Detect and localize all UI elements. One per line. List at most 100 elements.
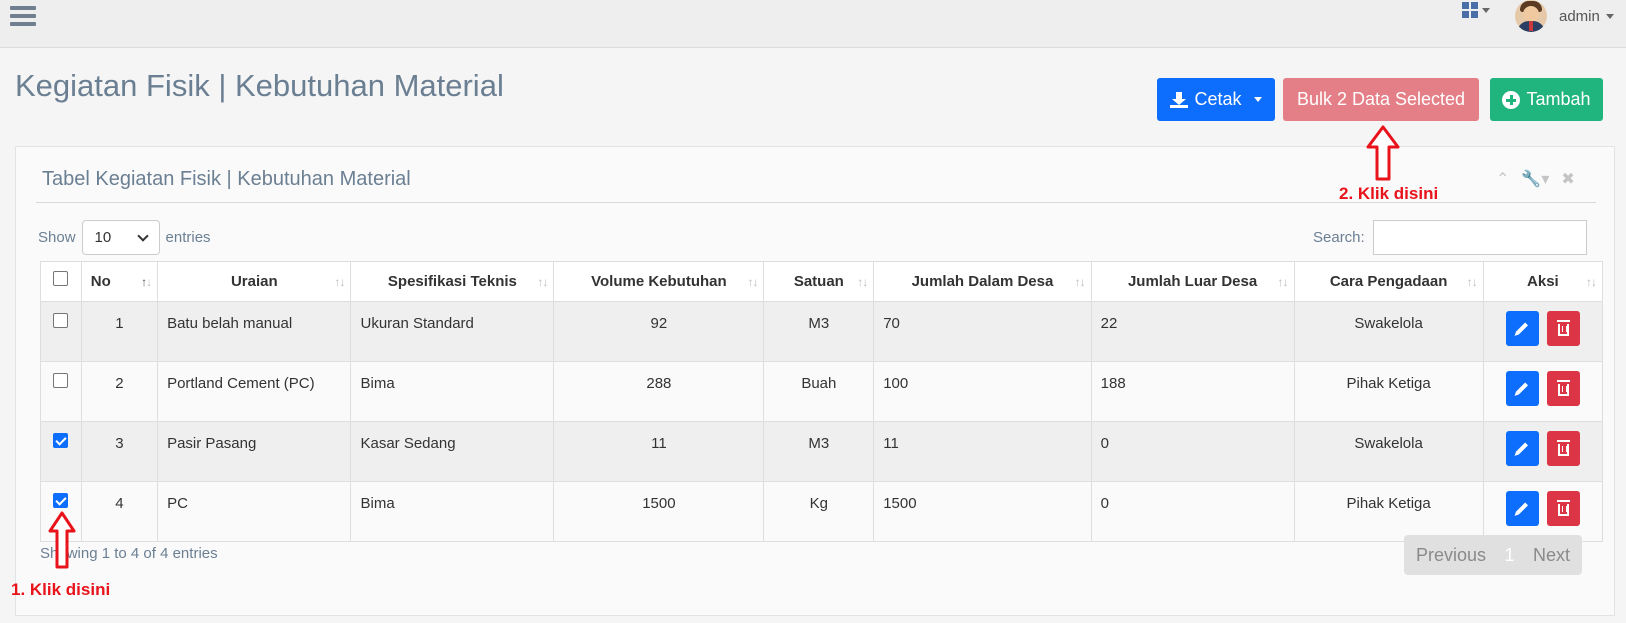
table-header-row: No ↑↓ Uraian ↑↓ Spesifikasi Teknis ↑↓ Volum… — [40, 261, 1604, 302]
sort-icon: ↑↓ — [747, 275, 758, 289]
pencil-icon — [1516, 322, 1529, 335]
cell-volume: 288 — [553, 361, 765, 422]
cell-satuan: Kg — [763, 481, 875, 542]
previous-button[interactable]: Previous — [1416, 545, 1486, 566]
cell-luar-desa: 0 — [1090, 481, 1295, 542]
table-row: 1 Batu belah manual Ukuran Standard 92 M… — [40, 301, 1604, 362]
sort-icon: ↑↓ — [1277, 275, 1289, 289]
cell-aksi — [1482, 301, 1604, 362]
bulk-label: Bulk 2 Data Selected — [1296, 89, 1466, 109]
edit-button[interactable] — [1505, 431, 1539, 466]
header-cara-pengadaan[interactable]: Cara Pengadaan ↑↓ — [1293, 261, 1484, 302]
cell-volume: 92 — [553, 301, 765, 362]
row-checkbox[interactable] — [53, 493, 69, 508]
row-checkbox[interactable] — [53, 433, 69, 448]
header-uraian[interactable]: Uraian ↑↓ — [157, 261, 352, 302]
cell-uraian: Batu belah manual — [157, 301, 352, 362]
annotation-step-1: 1. Klik disini — [11, 580, 111, 599]
bulk-action-button[interactable]: Bulk 2 Data Selected — [1283, 78, 1479, 121]
trash-icon — [1556, 380, 1570, 396]
cell-spesifikasi: Kasar Sedang — [350, 421, 555, 482]
cell-satuan: Buah — [763, 361, 875, 422]
table-row: 2 Portland Cement (PC) Bima 288 Buah 100… — [40, 361, 1604, 422]
cell-uraian: Portland Cement (PC) — [157, 361, 352, 422]
header-label: Spesifikasi Teknis — [387, 273, 517, 290]
cell-luar-desa: 188 — [1090, 361, 1295, 422]
page-title: Kegiatan Fisik | Kebutuhan Material — [15, 68, 504, 103]
caret-down-icon — [1482, 7, 1490, 13]
header-label: Jumlah Dalam Desa — [911, 273, 1054, 290]
trash-icon — [1556, 320, 1570, 336]
edit-button[interactable] — [1505, 311, 1539, 346]
row-select-cell — [40, 421, 82, 482]
edit-button[interactable] — [1505, 491, 1539, 526]
next-button[interactable]: Next — [1533, 545, 1570, 566]
header-label: Cara Pengadaan — [1329, 273, 1448, 290]
header-label: Satuan — [793, 273, 844, 290]
header-volume[interactable]: Volume Kebutuhan ↑↓ — [553, 261, 765, 302]
cell-luar-desa: 22 — [1090, 301, 1295, 362]
apps-menu[interactable] — [1462, 2, 1490, 18]
entries-control: Show 10 entries — [38, 220, 211, 255]
header-spesifikasi[interactable]: Spesifikasi Teknis ↑↓ — [350, 261, 555, 302]
sort-icon: ↑↓ — [857, 275, 868, 289]
sort-icon: ↑↓ — [1586, 275, 1597, 289]
delete-button[interactable] — [1546, 311, 1580, 346]
pencil-icon — [1516, 382, 1529, 395]
cell-spesifikasi: Bima — [350, 481, 555, 542]
cell-dalam-desa: 100 — [873, 361, 1092, 422]
cell-no: 4 — [80, 481, 159, 542]
pagination: Previous 1 Next — [1404, 535, 1582, 575]
delete-button[interactable] — [1546, 491, 1580, 526]
row-select-cell — [40, 361, 82, 422]
header-label: Aksi — [1527, 273, 1559, 290]
annotation-arrow-up-icon — [1366, 125, 1400, 181]
show-label: Show — [38, 229, 76, 246]
delete-button[interactable] — [1546, 371, 1580, 406]
entries-select[interactable]: 10 — [81, 220, 160, 255]
page-1-button[interactable]: 1 — [1505, 545, 1515, 566]
row-checkbox[interactable] — [53, 313, 69, 328]
header-satuan[interactable]: Satuan ↑↓ — [763, 261, 875, 302]
menu-toggle-icon[interactable] — [10, 6, 36, 30]
sort-asc-icon: ↑↓ — [141, 275, 152, 289]
cell-satuan: M3 — [763, 301, 875, 362]
user-name: admin — [1559, 8, 1600, 25]
download-icon — [1170, 91, 1189, 108]
select-all-checkbox[interactable] — [53, 271, 69, 286]
cell-dalam-desa: 1500 — [873, 481, 1092, 542]
cell-spesifikasi: Bima — [350, 361, 555, 422]
header-no[interactable]: No ↑↓ — [80, 261, 159, 302]
top-navbar: admin — [0, 0, 1626, 48]
table-panel: Tabel Kegiatan Fisik | Kebutuhan Materia… — [15, 146, 1615, 616]
cell-cara-pengadaan: Pihak Ketiga — [1293, 361, 1484, 422]
user-avatar[interactable] — [1515, 0, 1547, 32]
caret-down-icon — [1605, 14, 1614, 19]
chevron-up-icon[interactable]: ⌃ — [1496, 169, 1509, 189]
chevron-down-icon — [136, 229, 149, 242]
annotation-step-2: 2. Klik disini — [1339, 184, 1439, 203]
header-label: Jumlah Luar Desa — [1127, 273, 1258, 290]
cetak-button[interactable]: Cetak — [1157, 78, 1275, 121]
caret-down-icon — [1253, 97, 1262, 102]
cell-no: 1 — [80, 301, 159, 362]
cell-aksi — [1482, 361, 1604, 422]
cell-uraian: Pasir Pasang — [157, 421, 352, 482]
wrench-icon[interactable]: 🔧▾ — [1521, 169, 1549, 189]
search-input[interactable] — [1372, 220, 1587, 255]
row-select-cell — [40, 301, 82, 362]
header-dalam-desa[interactable]: Jumlah Dalam Desa ↑↓ — [873, 261, 1092, 302]
user-menu[interactable]: admin — [1559, 8, 1614, 25]
annotation-arrow-up-icon — [48, 511, 76, 569]
cell-luar-desa: 0 — [1090, 421, 1295, 482]
table-row: 3 Pasir Pasang Kasar Sedang 11 M3 11 0 S… — [40, 421, 1604, 482]
header-luar-desa[interactable]: Jumlah Luar Desa ↑↓ — [1090, 261, 1295, 302]
edit-button[interactable] — [1505, 371, 1539, 406]
header-aksi[interactable]: Aksi ↑↓ — [1482, 261, 1604, 302]
delete-button[interactable] — [1546, 431, 1580, 466]
close-icon[interactable]: ✖ — [1561, 169, 1574, 189]
cell-no: 2 — [80, 361, 159, 422]
row-checkbox[interactable] — [53, 373, 69, 388]
tambah-button[interactable]: Tambah — [1490, 78, 1603, 121]
cell-cara-pengadaan: Swakelola — [1293, 421, 1484, 482]
